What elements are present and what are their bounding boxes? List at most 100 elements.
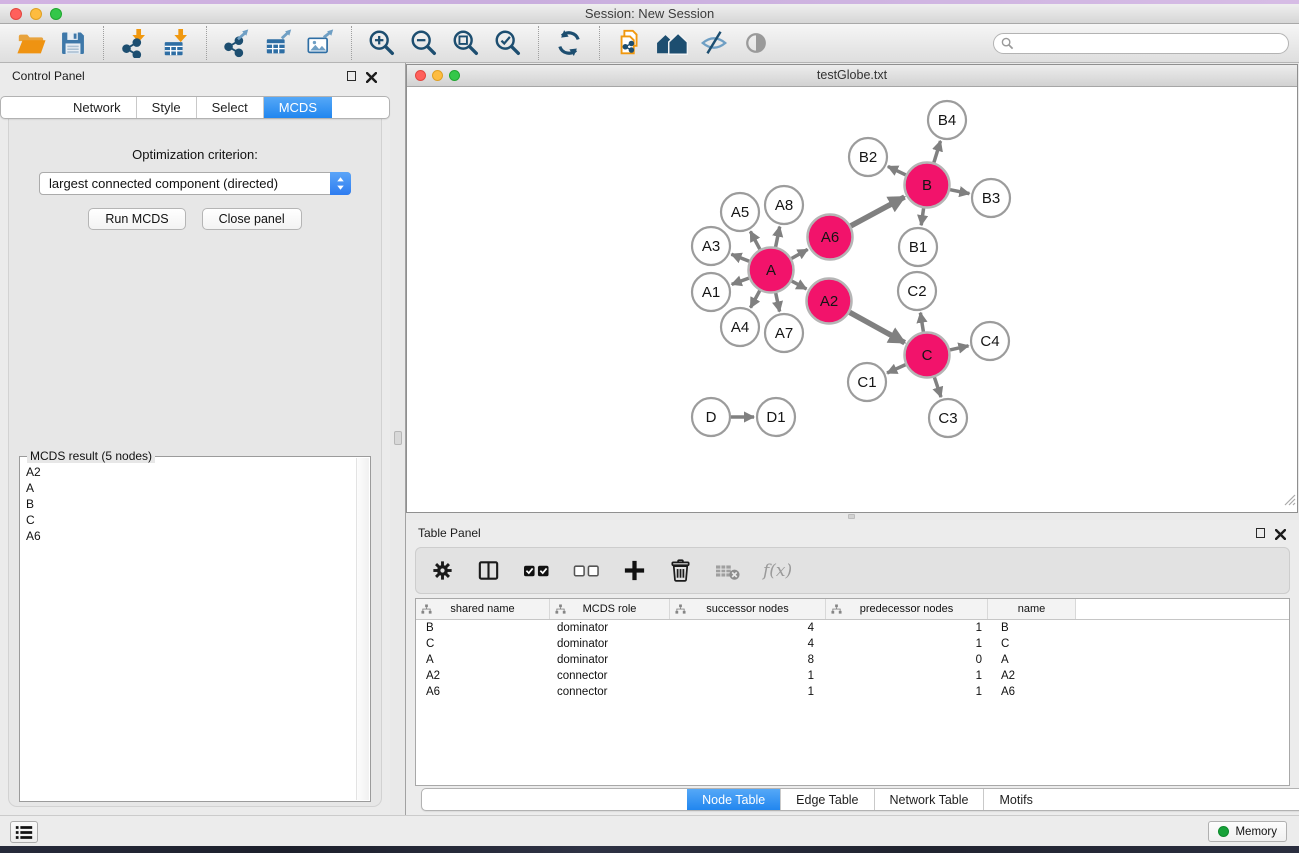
table-cell[interactable]: A (416, 654, 550, 666)
tab-select[interactable]: Select (196, 97, 263, 118)
criterion-dropdown[interactable]: largest connected component (directed) (39, 172, 351, 195)
scrollbar[interactable] (356, 458, 369, 800)
mcds-result-item[interactable]: A (26, 480, 355, 496)
close-panel-icon[interactable] (1275, 527, 1286, 538)
search-box[interactable] (993, 33, 1289, 54)
graph-edge-C-C2[interactable] (920, 313, 923, 332)
column-header-predecessor-nodes[interactable]: predecessor nodes (826, 599, 988, 619)
graph-edge-A-A2[interactable] (792, 281, 807, 289)
add-column-icon[interactable] (622, 558, 647, 583)
zoom-selected-icon[interactable] (491, 26, 525, 60)
memory-button[interactable]: Memory (1208, 821, 1287, 842)
float-panel-icon[interactable] (347, 71, 356, 81)
graph-node-D1[interactable]: D1 (757, 398, 795, 436)
split-divider-vertical[interactable] (390, 63, 406, 815)
table-row[interactable]: Bdominator41B (416, 620, 1289, 636)
tab-edge-table[interactable]: Edge Table (780, 789, 873, 810)
close-window-button[interactable] (10, 8, 22, 20)
zoom-out-icon[interactable] (407, 26, 441, 60)
export-network-icon[interactable] (220, 26, 254, 60)
table-cell[interactable]: A6 (988, 686, 1076, 698)
graph-edge-A2-C[interactable] (850, 312, 905, 342)
run-mcds-button[interactable]: Run MCDS (88, 208, 185, 230)
graph-edge-A6-B[interactable] (851, 197, 905, 226)
divider-grip[interactable] (848, 514, 855, 519)
graph-node-A1[interactable]: A1 (692, 273, 730, 311)
graph-node-A2[interactable]: A2 (807, 279, 852, 324)
graph-edge-B-B1[interactable] (921, 208, 923, 225)
graph-edge-A-A1[interactable] (732, 278, 749, 284)
table-cell[interactable]: A2 (988, 670, 1076, 682)
graph-node-A6[interactable]: A6 (808, 215, 853, 260)
table-row[interactable]: A2connector11A2 (416, 668, 1289, 684)
table-cell[interactable]: C (988, 638, 1076, 650)
mcds-result-item[interactable]: A6 (26, 528, 355, 544)
refresh-icon[interactable] (552, 26, 586, 60)
graph-node-A4[interactable]: A4 (721, 308, 759, 346)
graph-edge-B-B3[interactable] (950, 190, 969, 194)
graph-edge-C-C3[interactable] (934, 377, 941, 397)
table-cell[interactable]: 1 (826, 670, 988, 682)
minimize-window-button[interactable] (30, 8, 42, 20)
tab-mcds[interactable]: MCDS (263, 97, 332, 118)
tab-motifs[interactable]: Motifs (983, 789, 1047, 810)
graph-node-B3[interactable]: B3 (972, 179, 1010, 217)
graph-node-A5[interactable]: A5 (721, 193, 759, 231)
column-header-successor-nodes[interactable]: successor nodes (670, 599, 826, 619)
maximize-network-window-button[interactable] (449, 70, 460, 81)
zoom-in-icon[interactable] (365, 26, 399, 60)
table-cell[interactable]: 4 (670, 638, 826, 650)
graph-node-A8[interactable]: A8 (765, 186, 803, 224)
table-cell[interactable]: B (988, 622, 1076, 634)
split-divider-horizontal[interactable] (406, 513, 1299, 520)
table-cell[interactable]: 4 (670, 622, 826, 634)
table-cell[interactable]: connector (550, 686, 670, 698)
column-header-MCDS-role[interactable]: MCDS role (550, 599, 670, 619)
mcds-result-item[interactable]: B (26, 496, 355, 512)
import-table-icon[interactable] (159, 26, 193, 60)
deselect-all-icon[interactable] (572, 558, 601, 583)
table-cell[interactable]: dominator (550, 638, 670, 650)
table-cell[interactable]: connector (550, 670, 670, 682)
show-all-icon[interactable] (739, 26, 773, 60)
table-cell[interactable]: C (416, 638, 550, 650)
graph-node-A[interactable]: A (749, 248, 794, 293)
graph-edge-B-B4[interactable] (934, 141, 941, 163)
close-panel-icon[interactable] (366, 70, 377, 81)
graph-edge-A-A6[interactable] (792, 249, 808, 258)
graph-node-B2[interactable]: B2 (849, 138, 887, 176)
search-input[interactable] (1019, 36, 1281, 50)
tab-node-table[interactable]: Node Table (687, 789, 780, 810)
minimize-network-window-button[interactable] (432, 70, 443, 81)
table-row[interactable]: Cdominator41C (416, 636, 1289, 652)
open-session-icon[interactable] (14, 26, 48, 60)
graph-edge-C-C4[interactable] (950, 346, 969, 350)
network-canvas[interactable]: B4B2BB3A8A5A6A3B1AA1C2A2A4A7C4CC1C3DD1 (407, 87, 1296, 512)
graph-node-B1[interactable]: B1 (899, 228, 937, 266)
table-cell[interactable]: 1 (826, 686, 988, 698)
table-cell[interactable]: A6 (416, 686, 550, 698)
divider-grip[interactable] (394, 431, 402, 445)
delete-column-trash-icon[interactable] (668, 558, 693, 583)
graph-edge-B-B2[interactable] (888, 166, 906, 175)
table-row[interactable]: A6connector11A6 (416, 684, 1289, 700)
graph-node-C3[interactable]: C3 (929, 399, 967, 437)
graph-edge-A-A7[interactable] (776, 293, 780, 312)
table-cell[interactable]: dominator (550, 622, 670, 634)
clone-network-icon[interactable] (613, 26, 647, 60)
table-cell[interactable]: 1 (826, 638, 988, 650)
table-cell[interactable]: A2 (416, 670, 550, 682)
table-cell[interactable]: 1 (670, 670, 826, 682)
export-table-icon[interactable] (262, 26, 296, 60)
table-cell[interactable]: 1 (670, 686, 826, 698)
table-row[interactable]: Adominator80A (416, 652, 1289, 668)
mcds-result-item[interactable]: A2 (26, 464, 355, 480)
table-cell[interactable]: 1 (826, 622, 988, 634)
hide-selected-icon[interactable] (697, 26, 731, 60)
graph-node-C1[interactable]: C1 (848, 363, 886, 401)
graph-node-B4[interactable]: B4 (928, 101, 966, 139)
zoom-fit-icon[interactable] (449, 26, 483, 60)
table-cell[interactable]: B (416, 622, 550, 634)
table-cell[interactable]: A (988, 654, 1076, 666)
select-all-icon[interactable] (522, 558, 551, 583)
